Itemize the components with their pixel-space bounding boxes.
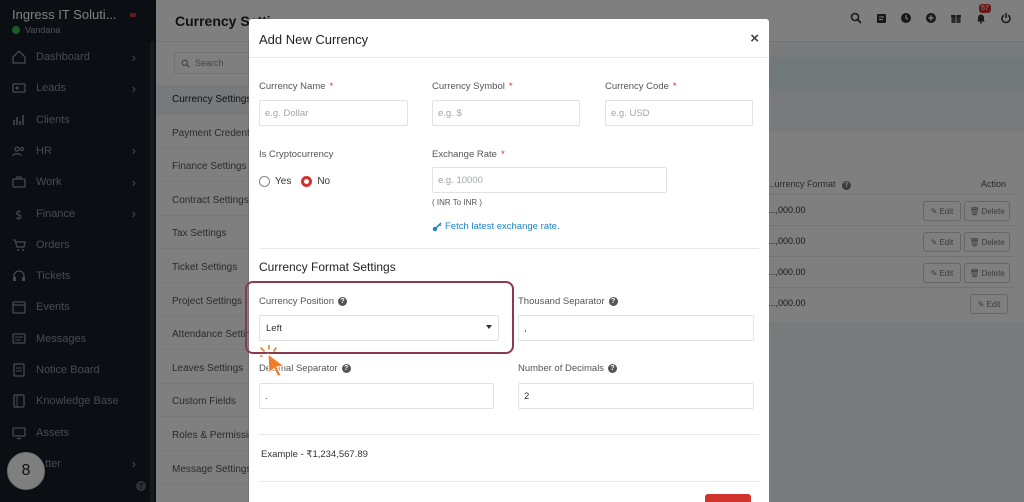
- modal-header: Add New Currency ×: [249, 19, 769, 58]
- exchange-rate-hint: ( INR To INR ): [432, 198, 483, 207]
- crypto-yes-label[interactable]: Yes: [275, 176, 291, 187]
- question-icon: ?: [341, 364, 351, 373]
- thousand-separator-label: Thousand Separator?: [518, 296, 618, 307]
- question-icon: ?: [608, 297, 618, 306]
- close-button[interactable]: ×: [750, 30, 759, 47]
- decimal-separator-input[interactable]: [259, 383, 494, 409]
- crypto-no-label[interactable]: No: [317, 176, 330, 187]
- save-button[interactable]: [705, 494, 751, 502]
- currency-name-label: Currency Name *: [259, 81, 334, 92]
- focus-highlight-outline: [245, 281, 514, 354]
- currency-symbol-input[interactable]: [432, 100, 580, 126]
- question-icon: ?: [608, 364, 618, 373]
- crypto-yes-radio[interactable]: [259, 176, 270, 187]
- is-crypto-label: Is Cryptocurrency: [259, 149, 334, 160]
- modal-title: Add New Currency: [259, 32, 369, 47]
- section-divider: [259, 248, 759, 249]
- crypto-no-radio[interactable]: [301, 176, 313, 187]
- number-of-decimals-input[interactable]: [518, 383, 754, 409]
- thousand-separator-input[interactable]: [518, 315, 754, 341]
- currency-name-input[interactable]: [259, 100, 408, 126]
- currency-symbol-label: Currency Symbol *: [432, 81, 513, 92]
- exchange-rate-label: Exchange Rate *: [432, 149, 505, 160]
- add-currency-modal: Add New Currency × Currency Name* Curren…: [245, 19, 769, 502]
- format-example: Example - ₹1,234,567.89: [261, 449, 368, 460]
- key-icon: [432, 221, 442, 231]
- footer-divider: [259, 481, 759, 482]
- currency-code-label: Currency Code *: [605, 81, 677, 92]
- fetch-exchange-rate-link[interactable]: Fetch latest exchange rate.: [432, 221, 560, 232]
- currency-code-input[interactable]: [605, 100, 753, 126]
- exchange-rate-input[interactable]: [432, 167, 667, 193]
- is-crypto-radio-group: Yes No: [259, 176, 340, 187]
- format-section-title: Currency Format Settings: [259, 260, 396, 274]
- click-cursor-icon: [260, 345, 286, 378]
- number-of-decimals-label: Number of Decimals?: [518, 363, 618, 374]
- example-divider: [259, 434, 759, 435]
